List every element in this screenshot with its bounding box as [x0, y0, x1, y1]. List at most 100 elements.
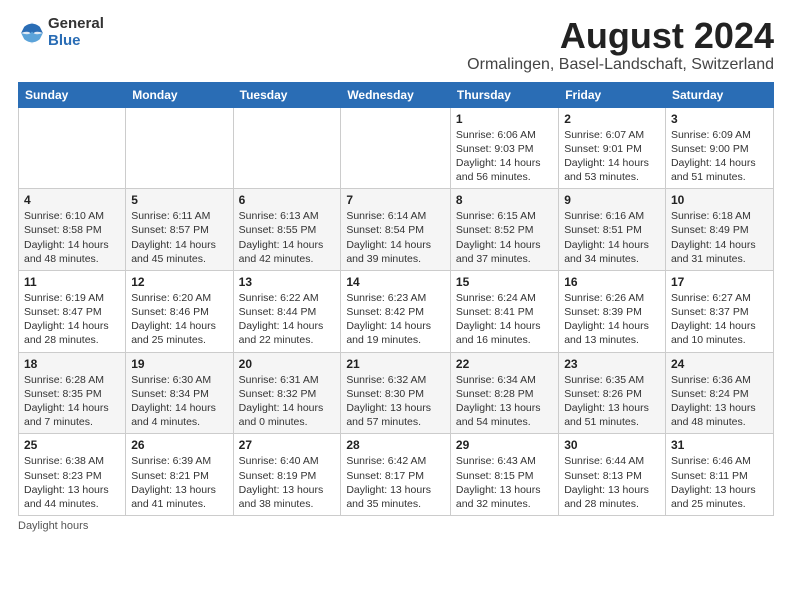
day-info: Sunrise: 6:19 AM Sunset: 8:47 PM Dayligh…: [24, 292, 109, 347]
week-row-1: 1 Sunrise: 6:06 AM Sunset: 9:03 PM Daylig…: [19, 107, 774, 189]
footer-text: Daylight hours: [18, 520, 88, 532]
day-info: Sunrise: 6:22 AM Sunset: 8:44 PM Dayligh…: [239, 292, 324, 347]
day-number: 12: [131, 275, 227, 289]
day-info: Sunrise: 6:35 AM Sunset: 8:26 PM Dayligh…: [564, 374, 649, 429]
calendar-cell: 27Sunrise: 6:40 AM Sunset: 8:19 PM Dayli…: [233, 434, 341, 516]
calendar-table: SundayMondayTuesdayWednesdayThursdayFrid…: [18, 82, 774, 516]
day-info: Sunrise: 6:13 AM Sunset: 8:55 PM Dayligh…: [239, 210, 324, 265]
header-day-friday: Friday: [559, 82, 666, 107]
day-number: 20: [239, 357, 336, 371]
logo-general: General: [48, 16, 104, 33]
day-info: Sunrise: 6:46 AM Sunset: 8:11 PM Dayligh…: [671, 455, 756, 510]
calendar-cell: [19, 107, 126, 189]
calendar-cell: 18 Sunrise: 6:28 AM Sunset: 8:35 PM Dayli…: [19, 352, 126, 434]
day-info: Sunrise: 6:23 AM Sunset: 8:42 PM Dayligh…: [346, 292, 431, 347]
calendar-cell: [233, 107, 341, 189]
calendar-cell: 20 Sunrise: 6:31 AM Sunset: 8:32 PM Dayli…: [233, 352, 341, 434]
day-info: Sunrise: 6:44 AM Sunset: 8:13 PM Dayligh…: [564, 455, 649, 510]
calendar-cell: 13 Sunrise: 6:22 AM Sunset: 8:44 PM Dayli…: [233, 270, 341, 352]
logo-blue: Blue: [48, 33, 104, 50]
day-number: 9: [564, 193, 660, 207]
main-title: August 2024: [467, 16, 774, 56]
day-info: Sunrise: 6:10 AM Sunset: 8:58 PM Dayligh…: [24, 210, 109, 265]
calendar-cell: 1 Sunrise: 6:06 AM Sunset: 9:03 PM Daylig…: [450, 107, 558, 189]
day-number: 7: [346, 193, 445, 207]
logo-text: General Blue: [48, 16, 104, 49]
header-day-sunday: Sunday: [19, 82, 126, 107]
day-info: Sunrise: 6:39 AM Sunset: 8:21 PM Dayligh…: [131, 455, 216, 510]
day-info: Sunrise: 6:06 AM Sunset: 9:03 PM Dayligh…: [456, 129, 541, 184]
calendar-cell: 3Sunrise: 6:09 AM Sunset: 9:00 PM Daylig…: [665, 107, 773, 189]
calendar-cell: 7 Sunrise: 6:14 AM Sunset: 8:54 PM Daylig…: [341, 189, 451, 271]
calendar-cell: 25 Sunrise: 6:38 AM Sunset: 8:23 PM Dayli…: [19, 434, 126, 516]
day-info: Sunrise: 6:40 AM Sunset: 8:19 PM Dayligh…: [239, 455, 324, 510]
week-row-4: 18 Sunrise: 6:28 AM Sunset: 8:35 PM Dayli…: [19, 352, 774, 434]
calendar-cell: 14 Sunrise: 6:23 AM Sunset: 8:42 PM Dayli…: [341, 270, 451, 352]
header-row: SundayMondayTuesdayWednesdayThursdayFrid…: [19, 82, 774, 107]
calendar-cell: 5Sunrise: 6:11 AM Sunset: 8:57 PM Daylig…: [126, 189, 233, 271]
day-info: Sunrise: 6:27 AM Sunset: 8:37 PM Dayligh…: [671, 292, 756, 347]
day-number: 15: [456, 275, 553, 289]
calendar-cell: 16 Sunrise: 6:26 AM Sunset: 8:39 PM Dayli…: [559, 270, 666, 352]
day-number: 18: [24, 357, 120, 371]
header-day-saturday: Saturday: [665, 82, 773, 107]
calendar-cell: 17 Sunrise: 6:27 AM Sunset: 8:37 PM Dayli…: [665, 270, 773, 352]
header: General Blue August 2024 Ormalingen, Bas…: [18, 16, 774, 74]
calendar-cell: 30 Sunrise: 6:44 AM Sunset: 8:13 PM Dayli…: [559, 434, 666, 516]
day-number: 6: [239, 193, 336, 207]
header-day-monday: Monday: [126, 82, 233, 107]
day-number: 14: [346, 275, 445, 289]
calendar-cell: [341, 107, 451, 189]
day-number: 10: [671, 193, 768, 207]
calendar-cell: 12 Sunrise: 6:20 AM Sunset: 8:46 PM Dayli…: [126, 270, 233, 352]
calendar-cell: 29Sunrise: 6:43 AM Sunset: 8:15 PM Dayli…: [450, 434, 558, 516]
day-number: 22: [456, 357, 553, 371]
day-info: Sunrise: 6:15 AM Sunset: 8:52 PM Dayligh…: [456, 210, 541, 265]
day-number: 17: [671, 275, 768, 289]
day-info: Sunrise: 6:31 AM Sunset: 8:32 PM Dayligh…: [239, 374, 324, 429]
day-info: Sunrise: 6:09 AM Sunset: 9:00 PM Dayligh…: [671, 129, 756, 184]
day-info: Sunrise: 6:34 AM Sunset: 8:28 PM Dayligh…: [456, 374, 541, 429]
day-number: 2: [564, 112, 660, 126]
calendar-cell: 2 Sunrise: 6:07 AM Sunset: 9:01 PM Daylig…: [559, 107, 666, 189]
header-day-wednesday: Wednesday: [341, 82, 451, 107]
title-section: August 2024 Ormalingen, Basel-Landschaft…: [467, 16, 774, 74]
logo-icon: [18, 19, 46, 47]
calendar-cell: 10Sunrise: 6:18 AM Sunset: 8:49 PM Dayli…: [665, 189, 773, 271]
calendar-cell: 22 Sunrise: 6:34 AM Sunset: 8:28 PM Dayli…: [450, 352, 558, 434]
calendar-cell: 6 Sunrise: 6:13 AM Sunset: 8:55 PM Daylig…: [233, 189, 341, 271]
page: General Blue August 2024 Ormalingen, Bas…: [0, 0, 792, 542]
day-number: 21: [346, 357, 445, 371]
day-number: 16: [564, 275, 660, 289]
day-info: Sunrise: 6:28 AM Sunset: 8:35 PM Dayligh…: [24, 374, 109, 429]
calendar-cell: 4 Sunrise: 6:10 AM Sunset: 8:58 PM Daylig…: [19, 189, 126, 271]
day-number: 8: [456, 193, 553, 207]
calendar-cell: 28Sunrise: 6:42 AM Sunset: 8:17 PM Dayli…: [341, 434, 451, 516]
day-number: 30: [564, 438, 660, 452]
week-row-5: 25 Sunrise: 6:38 AM Sunset: 8:23 PM Dayli…: [19, 434, 774, 516]
day-number: 26: [131, 438, 227, 452]
day-number: 13: [239, 275, 336, 289]
day-number: 23: [564, 357, 660, 371]
day-info: Sunrise: 6:26 AM Sunset: 8:39 PM Dayligh…: [564, 292, 649, 347]
day-number: 25: [24, 438, 120, 452]
day-info: Sunrise: 6:42 AM Sunset: 8:17 PM Dayligh…: [346, 455, 431, 510]
day-info: Sunrise: 6:07 AM Sunset: 9:01 PM Dayligh…: [564, 129, 649, 184]
calendar-cell: 9Sunrise: 6:16 AM Sunset: 8:51 PM Daylig…: [559, 189, 666, 271]
day-number: 31: [671, 438, 768, 452]
calendar-cell: 24Sunrise: 6:36 AM Sunset: 8:24 PM Dayli…: [665, 352, 773, 434]
header-day-tuesday: Tuesday: [233, 82, 341, 107]
day-number: 1: [456, 112, 553, 126]
day-info: Sunrise: 6:38 AM Sunset: 8:23 PM Dayligh…: [24, 455, 109, 510]
day-number: 4: [24, 193, 120, 207]
day-info: Sunrise: 6:20 AM Sunset: 8:46 PM Dayligh…: [131, 292, 216, 347]
day-info: Sunrise: 6:32 AM Sunset: 8:30 PM Dayligh…: [346, 374, 431, 429]
day-info: Sunrise: 6:14 AM Sunset: 8:54 PM Dayligh…: [346, 210, 431, 265]
day-info: Sunrise: 6:11 AM Sunset: 8:57 PM Dayligh…: [131, 210, 216, 265]
header-day-thursday: Thursday: [450, 82, 558, 107]
calendar-body: 1 Sunrise: 6:06 AM Sunset: 9:03 PM Daylig…: [19, 107, 774, 515]
calendar-header: SundayMondayTuesdayWednesdayThursdayFrid…: [19, 82, 774, 107]
calendar-cell: 11Sunrise: 6:19 AM Sunset: 8:47 PM Dayli…: [19, 270, 126, 352]
calendar-cell: 31 Sunrise: 6:46 AM Sunset: 8:11 PM Dayli…: [665, 434, 773, 516]
day-info: Sunrise: 6:30 AM Sunset: 8:34 PM Dayligh…: [131, 374, 216, 429]
